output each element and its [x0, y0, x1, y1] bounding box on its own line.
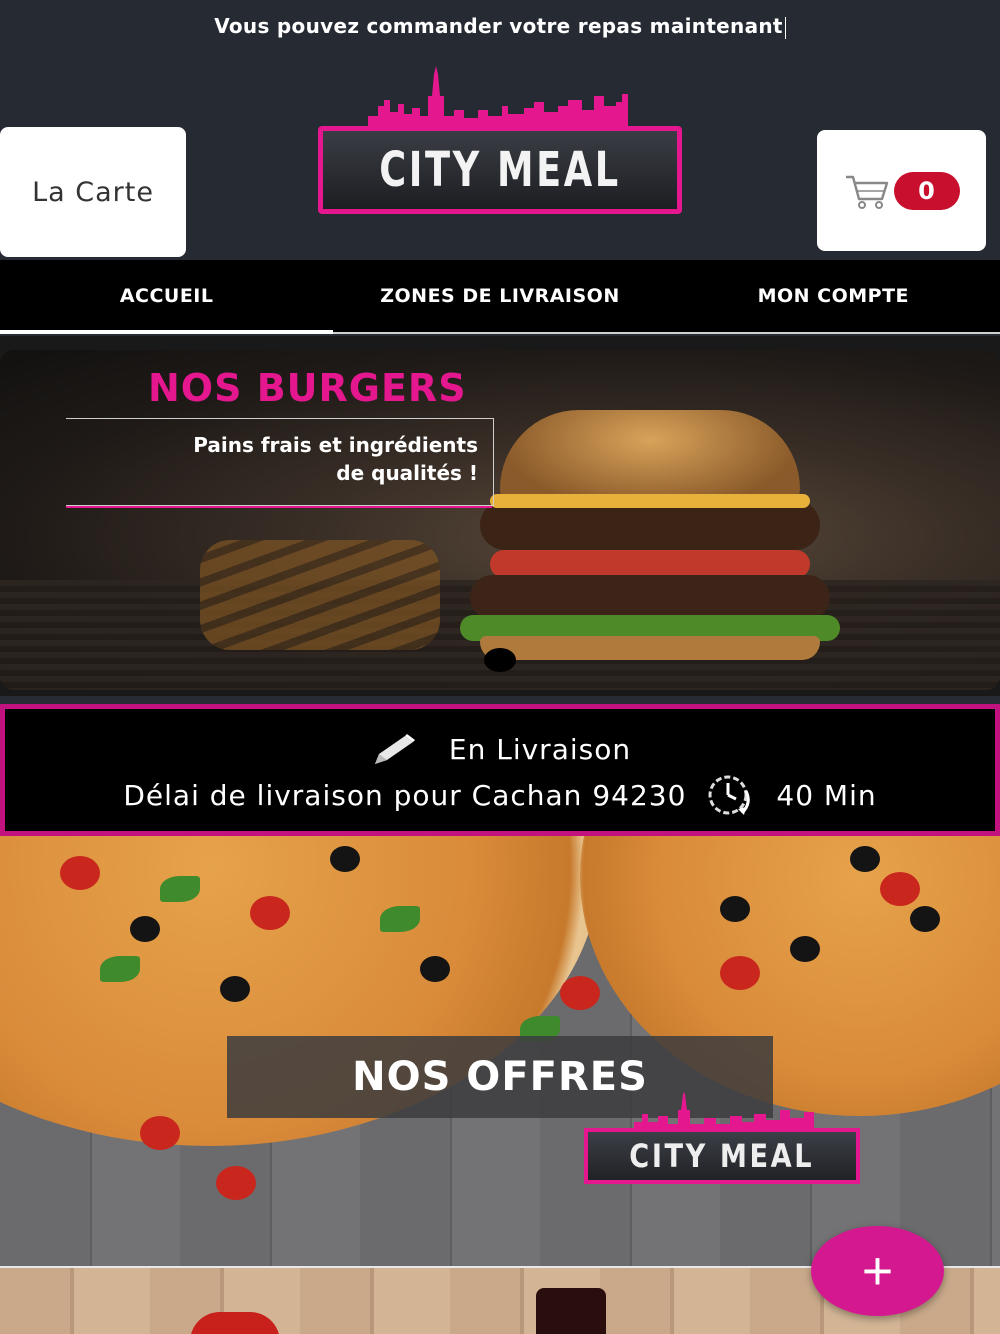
announcement-text: Vous pouvez commander votre repas mainte…: [214, 14, 783, 38]
logo-text: CITY MEAL: [629, 1137, 815, 1175]
tab-accueil[interactable]: ACCUEIL: [0, 260, 334, 334]
logo-text: CITY MEAL: [379, 142, 621, 198]
logo-frame: CITY MEAL: [318, 126, 682, 214]
clock-icon: [708, 775, 751, 815]
burger-image: [460, 410, 840, 660]
fries-image: [200, 540, 440, 650]
delivery-info[interactable]: En Livraison Délai de livraison pour Cac…: [0, 704, 1000, 836]
pencil-icon: [374, 734, 415, 764]
olive-topping: [790, 936, 820, 962]
olive-topping: [910, 906, 940, 932]
announcement-bar: Vous pouvez commander votre repas mainte…: [0, 14, 1000, 39]
skyline-icon: [368, 66, 628, 130]
carousel-dot[interactable]: [484, 648, 516, 672]
olive-topping: [420, 956, 450, 982]
cart-count-badge: 0: [893, 171, 960, 210]
olive-topping: [850, 846, 880, 872]
drink-glass-image: [536, 1288, 606, 1334]
tomato-topping: [216, 1166, 256, 1200]
header: Vous pouvez commander votre repas mainte…: [0, 0, 1000, 260]
olive-topping: [330, 846, 360, 872]
app-screen: Vous pouvez commander votre repas mainte…: [0, 0, 1000, 1334]
banner-tagline: Pains frais et ingrédients de qualités !: [120, 431, 478, 487]
pepper-image: [190, 1312, 280, 1334]
tab-mon-compte[interactable]: MON COMPTE: [667, 260, 1000, 332]
delivery-delay-label: Délai de livraison pour Cachan 94230: [123, 778, 687, 812]
tomato-topping: [880, 872, 920, 906]
city-meal-logo-small: CITY MEAL: [584, 1092, 860, 1184]
basil-topping: [380, 906, 420, 932]
delivery-mode: En Livraison: [5, 733, 995, 768]
tomato-topping: [140, 1116, 180, 1150]
tomato-topping: [60, 856, 100, 890]
tomato-topping: [560, 976, 600, 1010]
plus-icon: +: [861, 1241, 894, 1301]
delivery-mode-text: En Livraison: [448, 733, 632, 766]
tomato-topping: [250, 896, 290, 930]
menu-button[interactable]: La Carte: [0, 127, 186, 257]
add-button[interactable]: +: [811, 1226, 944, 1316]
offers-section[interactable]: NOS OFFRES CITY MEAL: [0, 836, 1000, 1266]
text-caret: [784, 16, 786, 39]
tomato-topping: [720, 956, 760, 990]
basil-topping: [160, 876, 200, 902]
delivery-delay: Délai de livraison pour Cachan 94230 40 …: [5, 773, 995, 817]
cart-button[interactable]: 0: [817, 130, 986, 251]
tagline-underline: [66, 506, 492, 508]
main-nav: ACCUEIL ZONES DE LIVRAISON MON COMPTE: [0, 260, 1000, 334]
tagline-line-2: de qualités !: [336, 461, 478, 485]
tab-zones-de-livraison[interactable]: ZONES DE LIVRAISON: [333, 260, 666, 332]
basil-topping: [100, 956, 140, 982]
skyline-icon: [634, 1092, 814, 1132]
olive-topping: [720, 896, 750, 922]
olive-topping: [130, 916, 160, 942]
logo-frame: CITY MEAL: [584, 1128, 860, 1184]
delivery-delay-value: 40 Min: [776, 778, 877, 812]
city-meal-logo[interactable]: CITY MEAL: [318, 66, 682, 214]
tagline-line-1: Pains frais et ingrédients: [193, 433, 478, 457]
banner-title: NOS BURGERS: [148, 366, 467, 410]
olive-topping: [220, 976, 250, 1002]
cart-icon: [845, 175, 888, 209]
